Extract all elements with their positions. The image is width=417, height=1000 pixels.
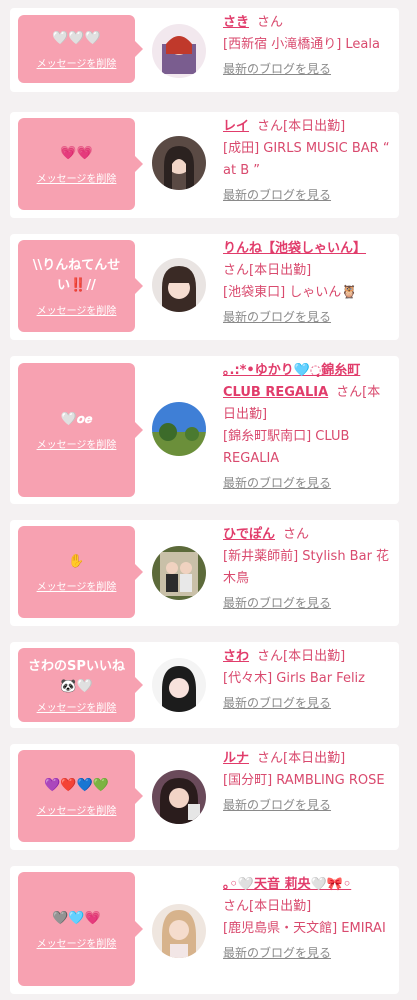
avatar-photo bbox=[152, 402, 206, 456]
message-text: 🤍🤍🤍 bbox=[52, 30, 101, 46]
delete-message-link[interactable]: メッセージを削除 bbox=[37, 935, 117, 950]
entry-info: ひでぽん さん [新井薬師前] Stylish Bar 花木鳥 最新のブログを見る bbox=[223, 524, 393, 614]
entry-info: さわ さん[本日出勤] [代々木] Girls Bar Feliz 最新のブログを… bbox=[223, 646, 393, 714]
message-card: 💜❤️💙💚 メッセージを削除 ルナ さん[本日出勤] [国分町] RAMBLING… bbox=[10, 744, 399, 850]
message-text: 💗💗 bbox=[60, 145, 93, 161]
message-card: 🤍🤍🤍 メッセージを削除 さき さん [西新宿 小滝橋通り] Leala 最新のブ… bbox=[10, 8, 399, 92]
message-bubble: 🩶🩵💗 メッセージを削除 bbox=[18, 872, 143, 986]
latest-blog-link[interactable]: 最新のブログを見る bbox=[223, 942, 393, 964]
avatar[interactable] bbox=[152, 136, 206, 190]
honorific: さん[本日出勤] bbox=[257, 751, 346, 766]
avatar-photo bbox=[152, 658, 206, 712]
latest-blog-link[interactable]: 最新のブログを見る bbox=[223, 306, 393, 328]
shop-label: [池袋東口] しゃいん🦉 bbox=[223, 285, 358, 300]
message-text: 💜❤️💙💚 bbox=[44, 777, 109, 793]
honorific: さん[本日出勤] bbox=[223, 899, 312, 914]
message-card: 🤍𝒐𝒆 メッセージを削除 ｡.:*•ゆかり🩵◌̥錦糸町CLUB REGALIA さ… bbox=[10, 356, 399, 504]
entry-info: ｡◦🤍天音 莉央🤍🎀◦ さん[本日出勤] [鹿児島県・天文館] EMIRAI 最… bbox=[223, 874, 393, 964]
avatar[interactable] bbox=[152, 770, 206, 824]
message-text: 🤍𝒐𝒆 bbox=[60, 411, 93, 427]
message-card: さわのSPいいね🐼🤍 メッセージを削除 さわ さん[本日出勤] [代々木] Gir… bbox=[10, 642, 399, 728]
honorific: さん bbox=[283, 527, 310, 542]
avatar[interactable] bbox=[152, 402, 206, 456]
cast-name-link[interactable]: ひでぽん bbox=[223, 527, 275, 542]
cast-name-link[interactable]: レイ bbox=[223, 119, 249, 134]
avatar-photo bbox=[152, 770, 206, 824]
message-card: 💗💗 メッセージを削除 レイ さん[本日出勤] [成田] GIRLS MUSIC … bbox=[10, 112, 399, 218]
message-bubble: 🤍𝒐𝒆 メッセージを削除 bbox=[18, 363, 143, 497]
avatar-photo bbox=[152, 904, 206, 958]
message-card: ✋ メッセージを削除 ひでぽん さん [新井薬師前] Stylish Bar 花木… bbox=[10, 520, 399, 626]
message-bubble: ✋ メッセージを削除 bbox=[18, 526, 143, 618]
honorific: さん bbox=[257, 15, 284, 30]
avatar-photo bbox=[152, 258, 206, 312]
delete-message-link[interactable]: メッセージを削除 bbox=[37, 55, 117, 70]
honorific: さん[本日出勤] bbox=[223, 263, 312, 278]
avatar[interactable] bbox=[152, 24, 206, 78]
cast-name-link[interactable]: さわ bbox=[223, 649, 249, 664]
avatar-photo bbox=[152, 136, 206, 190]
shop-label: [国分町] RAMBLING ROSE bbox=[223, 773, 385, 788]
honorific: さん[本日出勤] bbox=[257, 119, 346, 134]
message-bubble: さわのSPいいね🐼🤍 メッセージを削除 bbox=[18, 648, 143, 722]
shop-label: [鹿児島県・天文館] EMIRAI bbox=[223, 921, 386, 936]
avatar-photo bbox=[152, 546, 206, 600]
shop-label: [成田] GIRLS MUSIC BAR “ at B ” bbox=[223, 141, 390, 178]
message-bubble: \\りんねてんせい‼️// メッセージを削除 bbox=[18, 240, 143, 332]
delete-message-link[interactable]: メッセージを削除 bbox=[37, 302, 117, 317]
message-card: 🩶🩵💗 メッセージを削除 ｡◦🤍天音 莉央🤍🎀◦ さん[本日出勤] [鹿児島県・… bbox=[10, 866, 399, 994]
latest-blog-link[interactable]: 最新のブログを見る bbox=[223, 794, 393, 816]
shop-label: [西新宿 小滝橋通り] Leala bbox=[223, 37, 380, 52]
shop-label: [代々木] Girls Bar Feliz bbox=[223, 671, 365, 686]
cast-name-link[interactable]: ルナ bbox=[223, 751, 249, 766]
entry-info: レイ さん[本日出勤] [成田] GIRLS MUSIC BAR “ at B ”… bbox=[223, 116, 393, 206]
message-text: \\りんねてんせい‼️// bbox=[32, 257, 121, 293]
message-text: さわのSPいいね🐼🤍 bbox=[28, 658, 125, 694]
message-text: ✋ bbox=[68, 553, 85, 569]
latest-blog-link[interactable]: 最新のブログを見る bbox=[223, 692, 393, 714]
latest-blog-link[interactable]: 最新のブログを見る bbox=[223, 592, 393, 614]
message-bubble: 💗💗 メッセージを削除 bbox=[18, 118, 143, 210]
message-bubble: 💜❤️💙💚 メッセージを削除 bbox=[18, 750, 143, 842]
message-text: 🩶🩵💗 bbox=[52, 910, 101, 926]
delete-message-link[interactable]: メッセージを削除 bbox=[37, 436, 117, 451]
cast-name-link[interactable]: さき bbox=[223, 15, 249, 30]
latest-blog-link[interactable]: 最新のブログを見る bbox=[223, 184, 393, 206]
cast-name-link[interactable]: りんね【池袋しゃいん】 bbox=[223, 241, 366, 256]
shop-label: [錦糸町駅南口] CLUB REGALIA bbox=[223, 429, 350, 466]
avatar[interactable] bbox=[152, 904, 206, 958]
latest-blog-link[interactable]: 最新のブログを見る bbox=[223, 58, 393, 80]
cast-name-link[interactable]: ｡◦🤍天音 莉央🤍🎀◦ bbox=[223, 877, 351, 892]
delete-message-link[interactable]: メッセージを削除 bbox=[37, 170, 117, 185]
latest-blog-link[interactable]: 最新のブログを見る bbox=[223, 472, 393, 494]
entry-info: ｡.:*•ゆかり🩵◌̥錦糸町CLUB REGALIA さん[本日出勤] [錦糸町駅… bbox=[223, 360, 393, 494]
avatar[interactable] bbox=[152, 258, 206, 312]
entry-info: さき さん [西新宿 小滝橋通り] Leala 最新のブログを見る bbox=[223, 12, 393, 80]
avatar[interactable] bbox=[152, 546, 206, 600]
message-card: \\りんねてんせい‼️// メッセージを削除 りんね【池袋しゃいん】 さん[本日… bbox=[10, 234, 399, 340]
entry-info: りんね【池袋しゃいん】 さん[本日出勤] [池袋東口] しゃいん🦉 最新のブログ… bbox=[223, 238, 393, 328]
shop-label: [新井薬師前] Stylish Bar 花木鳥 bbox=[223, 549, 390, 586]
delete-message-link[interactable]: メッセージを削除 bbox=[37, 578, 117, 593]
entry-info: ルナ さん[本日出勤] [国分町] RAMBLING ROSE 最新のブログを見る bbox=[223, 748, 393, 816]
avatar-photo bbox=[152, 24, 206, 78]
avatar[interactable] bbox=[152, 658, 206, 712]
delete-message-link[interactable]: メッセージを削除 bbox=[37, 699, 117, 714]
honorific: さん[本日出勤] bbox=[257, 649, 346, 664]
delete-message-link[interactable]: メッセージを削除 bbox=[37, 802, 117, 817]
message-bubble: 🤍🤍🤍 メッセージを削除 bbox=[18, 15, 143, 83]
